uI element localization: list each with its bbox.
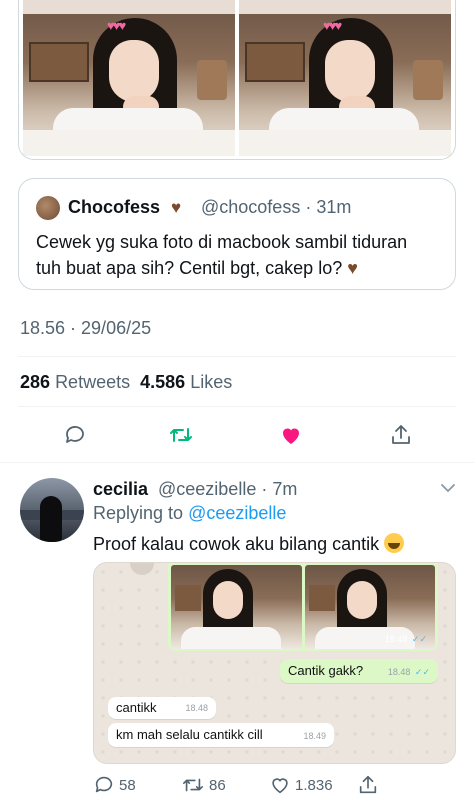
chat-screenshot-image[interactable]: 18.48 ✓✓ Cantik gakk? 18.48 ✓✓ cantikk 1… bbox=[93, 562, 456, 764]
heart-outline-icon bbox=[272, 778, 288, 794]
chevron-down-icon[interactable] bbox=[438, 478, 458, 498]
reply-handle-time: @ceezibelle · 7m bbox=[158, 479, 298, 499]
retweet-icon[interactable] bbox=[166, 420, 196, 450]
reply-button[interactable]: 58 bbox=[93, 772, 136, 798]
retweet-button[interactable]: 86 bbox=[181, 772, 226, 798]
divider bbox=[18, 406, 456, 407]
photo-grid: ♥♥♥ ♥♥♥ bbox=[23, 0, 451, 156]
chat-outgoing-bubble: Cantik gakk? 18.48 ✓✓ bbox=[280, 659, 438, 683]
grinning-emoji-icon bbox=[384, 533, 405, 553]
reply-author-name[interactable]: cecilia bbox=[93, 478, 148, 500]
tweet-media-card[interactable]: ♥♥♥ ♥♥♥ bbox=[18, 0, 456, 160]
read-ticks-icon: ✓✓ bbox=[411, 634, 427, 644]
quoted-author-name[interactable]: Chocofess bbox=[68, 196, 160, 218]
photo-right[interactable]: ♥♥♥ bbox=[239, 0, 451, 156]
like-heart-icon[interactable] bbox=[276, 420, 306, 450]
photo-left[interactable]: ♥♥♥ bbox=[23, 0, 235, 156]
replying-to: Replying to @ceezibelle bbox=[93, 503, 287, 523]
chat-incoming-bubble: km mah selalu cantikk cill 18.49 bbox=[108, 723, 334, 747]
share-button[interactable] bbox=[357, 772, 379, 798]
photo-message-time: 18.48 ✓✓ bbox=[384, 634, 427, 644]
quoted-author-avatar[interactable] bbox=[36, 196, 60, 220]
chat-photo-message: 18.48 ✓✓ bbox=[168, 563, 438, 651]
read-ticks-icon: ✓✓ bbox=[414, 667, 430, 677]
retweet-icon bbox=[183, 778, 203, 792]
reply-text: Proof kalau cowok aku bilang cantik bbox=[93, 532, 405, 556]
heart-stickers-icon: ♥♥♥ bbox=[323, 18, 342, 33]
section-separator bbox=[0, 462, 474, 463]
tweet-timestamp[interactable]: 18.56 · 29/06/25 bbox=[20, 318, 151, 339]
brown-heart-icon: ♥ bbox=[171, 198, 182, 217]
replying-to-handle[interactable]: @ceezibelle bbox=[188, 503, 286, 523]
like-button[interactable]: 1.836 bbox=[269, 772, 333, 798]
quoted-tweet-text: Cewek yg suka foto di macbook sambil tid… bbox=[36, 232, 408, 278]
heart-stickers-icon: ♥♥♥ bbox=[107, 18, 126, 33]
divider bbox=[18, 356, 456, 357]
brown-heart-icon: ♥ bbox=[347, 258, 358, 278]
reply-icon bbox=[95, 776, 113, 793]
reply-author-avatar[interactable] bbox=[20, 478, 84, 542]
quoted-tweet-card[interactable]: Chocofess ♥ @chocofess · 31m Cewek yg su… bbox=[18, 178, 456, 290]
reply-action-bar: 58 86 1.836 bbox=[93, 772, 456, 798]
tweet-action-bar bbox=[18, 420, 456, 450]
engagement-counts[interactable]: 286 Retweets 4.586 Likes bbox=[20, 372, 232, 393]
quoted-handle-time: @chocofess · 31m bbox=[201, 197, 352, 217]
chat-incoming-bubble: cantikk 18.48 bbox=[108, 697, 216, 719]
share-icon[interactable] bbox=[386, 420, 416, 450]
reply-icon[interactable] bbox=[60, 420, 90, 450]
share-icon bbox=[359, 775, 377, 794]
